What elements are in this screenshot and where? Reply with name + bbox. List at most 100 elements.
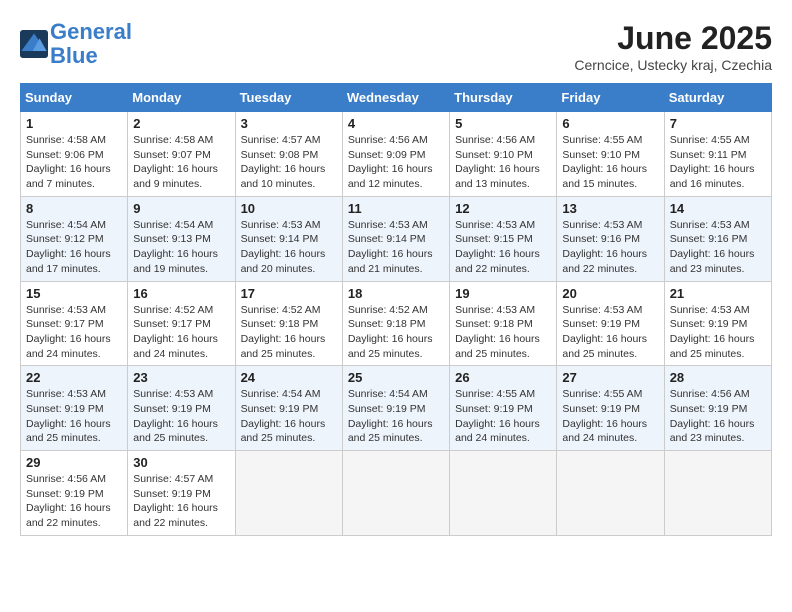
calendar-day-cell: 24 Sunrise: 4:54 AMSunset: 9:19 PMDayligh… [235,366,342,451]
calendar-day-cell: 14 Sunrise: 4:53 AMSunset: 9:16 PMDayligh… [664,196,771,281]
calendar-day-cell: 4 Sunrise: 4:56 AMSunset: 9:09 PMDaylight… [342,112,449,197]
calendar-day-cell: 18 Sunrise: 4:52 AMSunset: 9:18 PMDayligh… [342,281,449,366]
day-info: Sunrise: 4:52 AMSunset: 9:18 PMDaylight:… [348,303,444,362]
empty-cell [664,451,771,536]
day-info: Sunrise: 4:52 AMSunset: 9:18 PMDaylight:… [241,303,337,362]
empty-cell [450,451,557,536]
day-info: Sunrise: 4:53 AMSunset: 9:14 PMDaylight:… [241,218,337,277]
calendar-day-cell: 7 Sunrise: 4:55 AMSunset: 9:11 PMDaylight… [664,112,771,197]
day-number: 25 [348,370,444,385]
day-info: Sunrise: 4:57 AMSunset: 9:08 PMDaylight:… [241,133,337,192]
calendar-day-cell: 28Sunrise: 4:56 AMSunset: 9:19 PMDayligh… [664,366,771,451]
day-number: 3 [241,116,337,131]
day-number: 10 [241,201,337,216]
day-info: Sunrise: 4:58 AMSunset: 9:06 PMDaylight:… [26,133,122,192]
calendar-day-cell: 26Sunrise: 4:55 AMSunset: 9:19 PMDayligh… [450,366,557,451]
calendar-day-cell: 21 Sunrise: 4:53 AMSunset: 9:19 PMDayligh… [664,281,771,366]
calendar-day-cell: 5 Sunrise: 4:56 AMSunset: 9:10 PMDaylight… [450,112,557,197]
day-number: 16 [133,286,229,301]
calendar-day-cell: 3 Sunrise: 4:57 AMSunset: 9:08 PMDaylight… [235,112,342,197]
day-number: 11 [348,201,444,216]
day-info: Sunrise: 4:54 AMSunset: 9:12 PMDaylight:… [26,218,122,277]
day-number: 24 [241,370,337,385]
day-info: Sunrise: 4:54 AMSunset: 9:19 PMDaylight:… [241,387,337,446]
calendar-day-cell: 20 Sunrise: 4:53 AMSunset: 9:19 PMDayligh… [557,281,664,366]
day-info: Sunrise: 4:53 AMSunset: 9:19 PMDaylight:… [26,387,122,446]
day-number: 1 [26,116,122,131]
day-number: 2 [133,116,229,131]
day-number: 9 [133,201,229,216]
weekday-header-thursday: Thursday [450,84,557,112]
day-number: 20 [562,286,658,301]
month-title: June 2025 [574,20,772,57]
day-number: 4 [348,116,444,131]
day-number: 27 [562,370,658,385]
day-info: Sunrise: 4:55 AMSunset: 9:11 PMDaylight:… [670,133,766,192]
day-info: Sunrise: 4:54 AMSunset: 9:19 PMDaylight:… [348,387,444,446]
calendar-day-cell: 1 Sunrise: 4:58 AMSunset: 9:06 PMDaylight… [21,112,128,197]
day-info: Sunrise: 4:53 AMSunset: 9:14 PMDaylight:… [348,218,444,277]
day-info: Sunrise: 4:56 AMSunset: 9:19 PMDaylight:… [670,387,766,446]
calendar-day-cell: 13Sunrise: 4:53 AMSunset: 9:16 PMDayligh… [557,196,664,281]
weekday-header-row: SundayMondayTuesdayWednesdayThursdayFrid… [21,84,772,112]
day-info: Sunrise: 4:53 AMSunset: 9:19 PMDaylight:… [670,303,766,362]
day-number: 14 [670,201,766,216]
day-number: 23 [133,370,229,385]
logo-icon [20,30,48,58]
calendar-day-cell: 10 Sunrise: 4:53 AMSunset: 9:14 PMDayligh… [235,196,342,281]
day-number: 15 [26,286,122,301]
calendar-day-cell: 17Sunrise: 4:52 AMSunset: 9:18 PMDayligh… [235,281,342,366]
title-area: June 2025 Cerncice, Ustecky kraj, Czechi… [574,20,772,73]
weekday-header-tuesday: Tuesday [235,84,342,112]
weekday-header-sunday: Sunday [21,84,128,112]
day-info: Sunrise: 4:53 AMSunset: 9:19 PMDaylight:… [562,303,658,362]
day-info: Sunrise: 4:58 AMSunset: 9:07 PMDaylight:… [133,133,229,192]
day-info: Sunrise: 4:56 AMSunset: 9:19 PMDaylight:… [26,472,122,531]
day-number: 29 [26,455,122,470]
day-info: Sunrise: 4:53 AMSunset: 9:15 PMDaylight:… [455,218,551,277]
weekday-header-friday: Friday [557,84,664,112]
day-number: 26 [455,370,551,385]
calendar-day-cell: 9 Sunrise: 4:54 AMSunset: 9:13 PMDaylight… [128,196,235,281]
calendar: SundayMondayTuesdayWednesdayThursdayFrid… [20,83,772,536]
day-info: Sunrise: 4:54 AMSunset: 9:13 PMDaylight:… [133,218,229,277]
day-number: 12 [455,201,551,216]
calendar-day-cell: 16 Sunrise: 4:52 AMSunset: 9:17 PMDayligh… [128,281,235,366]
day-number: 7 [670,116,766,131]
calendar-week-row: 15 Sunrise: 4:53 AMSunset: 9:17 PMDayligh… [21,281,772,366]
day-info: Sunrise: 4:53 AMSunset: 9:17 PMDaylight:… [26,303,122,362]
day-info: Sunrise: 4:55 AMSunset: 9:10 PMDaylight:… [562,133,658,192]
day-info: Sunrise: 4:53 AMSunset: 9:16 PMDaylight:… [670,218,766,277]
calendar-week-row: 1 Sunrise: 4:58 AMSunset: 9:06 PMDaylight… [21,112,772,197]
empty-cell [235,451,342,536]
day-info: Sunrise: 4:56 AMSunset: 9:09 PMDaylight:… [348,133,444,192]
day-number: 8 [26,201,122,216]
day-info: Sunrise: 4:53 AMSunset: 9:19 PMDaylight:… [133,387,229,446]
day-info: Sunrise: 4:57 AMSunset: 9:19 PMDaylight:… [133,472,229,531]
weekday-header-monday: Monday [128,84,235,112]
calendar-day-cell: 22 Sunrise: 4:53 AMSunset: 9:19 PMDayligh… [21,366,128,451]
day-number: 5 [455,116,551,131]
calendar-week-row: 8 Sunrise: 4:54 AMSunset: 9:12 PMDaylight… [21,196,772,281]
logo: General Blue [20,20,132,68]
day-number: 18 [348,286,444,301]
logo-text: General Blue [50,20,132,68]
day-number: 19 [455,286,551,301]
day-number: 6 [562,116,658,131]
day-number: 22 [26,370,122,385]
calendar-day-cell: 8 Sunrise: 4:54 AMSunset: 9:12 PMDaylight… [21,196,128,281]
calendar-day-cell: 23 Sunrise: 4:53 AMSunset: 9:19 PMDayligh… [128,366,235,451]
day-info: Sunrise: 4:53 AMSunset: 9:18 PMDaylight:… [455,303,551,362]
empty-cell [342,451,449,536]
calendar-week-row: 29 Sunrise: 4:56 AMSunset: 9:19 PMDayligh… [21,451,772,536]
calendar-day-cell: 25 Sunrise: 4:54 AMSunset: 9:19 PMDayligh… [342,366,449,451]
day-number: 21 [670,286,766,301]
weekday-header-saturday: Saturday [664,84,771,112]
day-info: Sunrise: 4:52 AMSunset: 9:17 PMDaylight:… [133,303,229,362]
day-info: Sunrise: 4:55 AMSunset: 9:19 PMDaylight:… [562,387,658,446]
calendar-day-cell: 11 Sunrise: 4:53 AMSunset: 9:14 PMDayligh… [342,196,449,281]
calendar-day-cell: 15 Sunrise: 4:53 AMSunset: 9:17 PMDayligh… [21,281,128,366]
calendar-day-cell: 27 Sunrise: 4:55 AMSunset: 9:19 PMDayligh… [557,366,664,451]
day-number: 30 [133,455,229,470]
day-info: Sunrise: 4:56 AMSunset: 9:10 PMDaylight:… [455,133,551,192]
